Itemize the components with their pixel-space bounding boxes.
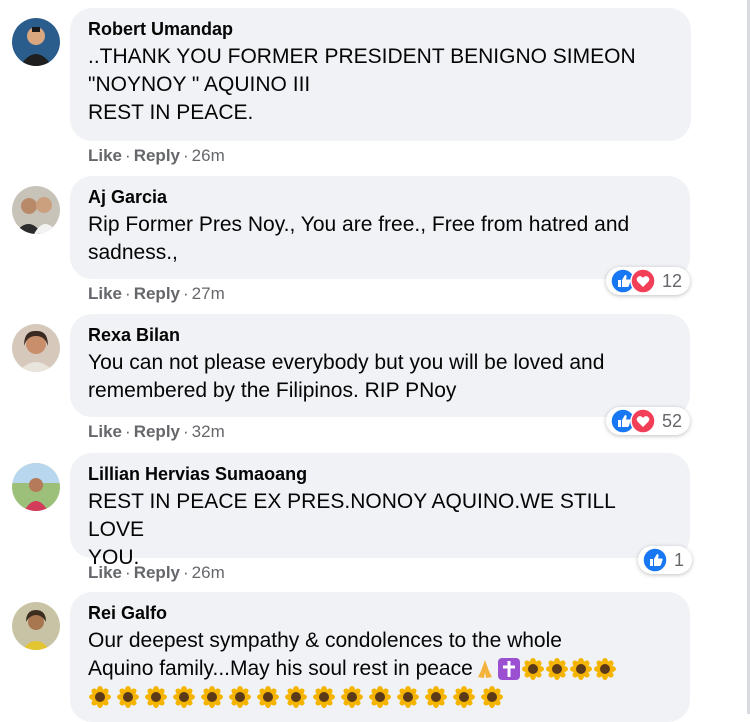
comment-actions: Like · Reply · 32m	[88, 422, 225, 442]
avatar[interactable]	[12, 463, 60, 511]
sunflower-icon	[173, 686, 195, 708]
emoji-line	[88, 685, 672, 709]
comment-time[interactable]: 32m	[192, 422, 225, 441]
sunflower-icon	[285, 686, 307, 708]
separator: ·	[183, 146, 189, 165]
comment-time[interactable]: 26m	[192, 146, 225, 165]
reactions-summary[interactable]: 52	[606, 407, 691, 435]
separator: ·	[125, 563, 131, 582]
comment-author[interactable]: Aj Garcia	[88, 186, 672, 208]
comment-actions: Like · Reply · 27m	[88, 284, 225, 304]
love-icon	[630, 408, 656, 434]
inline-emoji-row	[473, 657, 617, 681]
comment-bubble: Robert Umandap ..THANK YOU FORMER PRESID…	[70, 8, 691, 141]
cross-icon	[497, 658, 520, 681]
comment-text: ..THANK YOU FORMER PRESIDENT BENIGNO SIM…	[88, 45, 636, 124]
comment-actions: Like · Reply · 26m	[88, 563, 225, 583]
reactions-summary[interactable]: 12	[606, 267, 691, 295]
like-button[interactable]: Like	[88, 563, 122, 582]
separator: ·	[125, 146, 131, 165]
reply-button[interactable]: Reply	[134, 422, 180, 441]
sunflower-icon	[397, 686, 419, 708]
sunflower-icon	[481, 686, 503, 708]
avatar[interactable]	[12, 324, 60, 372]
comment-actions: Like · Reply · 26m	[88, 146, 225, 166]
sunflower-icon	[425, 686, 447, 708]
sunflower-icon	[545, 658, 568, 681]
sunflower-icon	[313, 686, 335, 708]
sunflower-icon	[145, 686, 167, 708]
sunflower-icon	[257, 686, 279, 708]
sunflower-icon	[369, 686, 391, 708]
reaction-count: 52	[662, 410, 683, 431]
like-button[interactable]: Like	[88, 284, 122, 303]
comment-author[interactable]: Rei Galfo	[88, 602, 672, 624]
avatar[interactable]	[12, 18, 60, 66]
separator: ·	[125, 284, 131, 303]
comment-bubble: Lillian Hervias Sumaoang REST IN PEACE E…	[70, 453, 690, 569]
folded-hands-icon	[477, 660, 492, 679]
sunflower-icon	[89, 686, 111, 708]
reply-button[interactable]: Reply	[134, 563, 180, 582]
reaction-count: 1	[674, 549, 685, 570]
like-button[interactable]: Like	[88, 146, 122, 165]
comment-text: Rip Former Pres Noy., You are free., Fre…	[88, 213, 630, 264]
separator: ·	[183, 422, 189, 441]
like-button[interactable]: Like	[88, 422, 122, 441]
comment-time[interactable]: 27m	[192, 284, 225, 303]
sunflower-icon	[569, 658, 592, 681]
avatar[interactable]	[12, 186, 60, 234]
comment-text: REST IN PEACE EX PRES.NONOY AQUINO.WE ST…	[88, 490, 616, 569]
reaction-count: 12	[662, 270, 683, 291]
comment-bubble: Rexa Bilan You can not please everybody …	[70, 314, 690, 417]
separator: ·	[183, 563, 189, 582]
love-icon	[630, 268, 656, 294]
separator: ·	[125, 422, 131, 441]
comment-author[interactable]: Robert Umandap	[88, 18, 673, 40]
reply-button[interactable]: Reply	[134, 146, 180, 165]
comment-text: Our deepest sympathy & condolences to th…	[88, 627, 672, 683]
sunflower-icon	[593, 658, 616, 681]
like-icon	[642, 547, 668, 573]
avatar[interactable]	[12, 602, 60, 650]
sunflower-icon	[341, 686, 363, 708]
comment-time[interactable]: 26m	[192, 563, 225, 582]
reactions-summary[interactable]: 1	[638, 546, 693, 574]
sunflower-icon	[229, 686, 251, 708]
sunflower-icon	[117, 686, 139, 708]
comment-text: You can not please everybody but you wil…	[88, 351, 605, 402]
sunflower-icon	[453, 686, 475, 708]
comment-bubble: Aj Garcia Rip Former Pres Noy., You are …	[70, 176, 690, 279]
comment-author[interactable]: Rexa Bilan	[88, 324, 672, 346]
comment-author[interactable]: Lillian Hervias Sumaoang	[88, 463, 672, 485]
sunflower-icon	[521, 658, 544, 681]
comment-bubble: Rei Galfo Our deepest sympathy & condole…	[70, 592, 690, 722]
sunflower-icon	[201, 686, 223, 708]
separator: ·	[183, 284, 189, 303]
reply-button[interactable]: Reply	[134, 284, 180, 303]
